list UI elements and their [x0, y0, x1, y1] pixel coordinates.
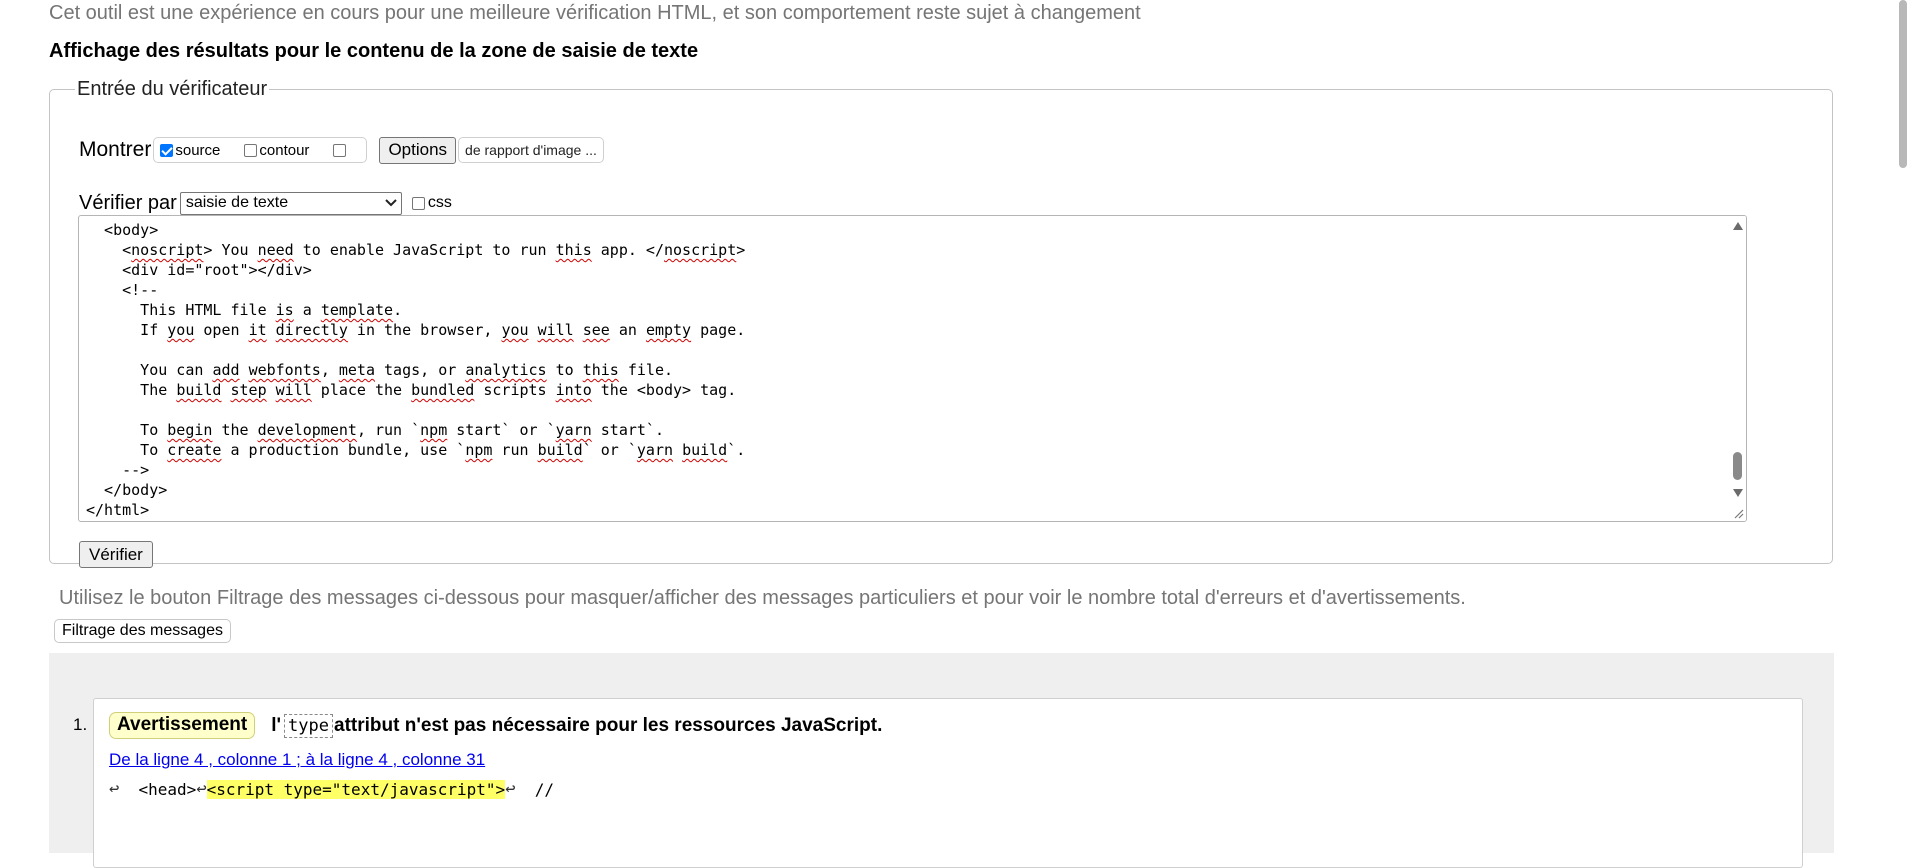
- return-icon: ↩: [196, 779, 207, 799]
- outline-checkbox-label[interactable]: contour: [259, 142, 309, 159]
- message-text-after: attribut n'est pas nécessaire pour les r…: [334, 714, 883, 736]
- resize-grip-icon[interactable]: [1733, 508, 1744, 519]
- checker-input-legend: Entrée du vérificateur: [77, 78, 268, 100]
- show-options-row: Montrer source contour Options de rappor…: [79, 135, 604, 165]
- css-checkbox[interactable]: [411, 196, 425, 210]
- image-report-checkbox[interactable]: [333, 143, 347, 157]
- source-checkbox[interactable]: [160, 143, 174, 157]
- scroll-down-arrow-icon[interactable]: [1733, 489, 1743, 497]
- experimental-notice: Cet outil est une expérience en cours po…: [49, 2, 1141, 24]
- message-number: 1.: [73, 715, 88, 734]
- page-scrollbar[interactable]: [1894, 0, 1911, 827]
- chevron-down-icon: [385, 199, 397, 207]
- message-header: Avertissement l' type attribut n'est pas…: [109, 712, 882, 739]
- source-checkbox-label[interactable]: source: [175, 142, 220, 159]
- extract-after: //: [515, 779, 554, 799]
- message-filter-button[interactable]: Filtrage des messages: [54, 619, 231, 643]
- options-button[interactable]: Options: [379, 136, 457, 164]
- textarea-scrollbar[interactable]: [1729, 216, 1746, 521]
- checker-input-fieldset: Entrée du vérificateur Montrer source co…: [49, 78, 1833, 568]
- source-code-text[interactable]: <body> <noscript> You need to enable Jav…: [86, 220, 745, 520]
- check-by-row: Vérifier par saisie de texte css: [79, 188, 452, 218]
- check-by-select[interactable]: saisie de texte: [179, 191, 402, 215]
- css-option[interactable]: css: [411, 194, 452, 212]
- outline-checkbox[interactable]: [244, 143, 258, 157]
- filter-hint-text: Utilisez le bouton Filtrage des messages…: [59, 587, 1466, 609]
- message-code-chip: type: [284, 713, 333, 738]
- verify-button[interactable]: Vérifier: [79, 541, 153, 568]
- check-by-select-value: saisie de texte: [185, 194, 289, 211]
- scroll-up-arrow-icon[interactable]: [1733, 222, 1743, 230]
- return-icon: ↩: [109, 779, 120, 799]
- messages-area: 1. Avertissement l' type attribut n'est …: [49, 653, 1834, 868]
- extract-highlight: <script type="text/javascript">: [206, 779, 506, 799]
- message-item: Avertissement l' type attribut n'est pas…: [93, 698, 1803, 868]
- return-icon: ↩: [505, 779, 516, 799]
- image-report-label[interactable]: de rapport d'image ...: [458, 137, 604, 163]
- check-by-label: Vérifier par: [79, 191, 177, 214]
- css-checkbox-label[interactable]: css: [428, 194, 452, 212]
- warning-badge: Avertissement: [109, 712, 256, 739]
- message-extract: ↩ <head> ↩ <script type="text/javascript…: [109, 779, 554, 799]
- results-title: Affichage des résultats pour le contenu …: [49, 40, 699, 62]
- show-label: Montrer: [79, 138, 152, 161]
- message-location-link[interactable]: De la ligne 4 , colonne 1 ; à la ligne 4…: [109, 750, 485, 770]
- page-scroll-thumb[interactable]: [1899, 0, 1907, 168]
- show-options-group: source contour: [153, 137, 368, 163]
- extract-before: <head>: [119, 779, 197, 799]
- source-textarea[interactable]: <body> <noscript> You need to enable Jav…: [78, 215, 1747, 522]
- message-text-before: l': [271, 714, 282, 736]
- textarea-scroll-thumb[interactable]: [1733, 452, 1742, 480]
- message-text: l' type attribut n'est pas nécessaire po…: [271, 713, 883, 738]
